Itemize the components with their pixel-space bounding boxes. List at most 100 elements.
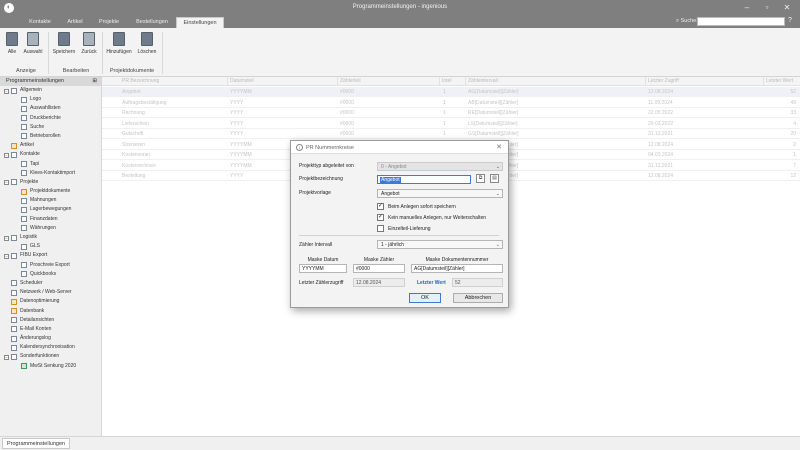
sidebar-item[interactable]: Lagerbewegungen bbox=[0, 205, 101, 214]
table-row[interactable]: Auftragsbestätigung YYYY #0000 1 AB[Datumste… bbox=[102, 98, 800, 108]
add-button[interactable]: Hinzufügen bbox=[104, 32, 134, 55]
collapse-icon[interactable]: − bbox=[4, 180, 9, 186]
sidebar-item[interactable]: − Kontakte bbox=[0, 150, 101, 159]
sidebar-item-label: MwSt Senkung 2020 bbox=[30, 362, 77, 369]
table-cell: YYYYMM bbox=[230, 152, 252, 158]
table-cell: 1 bbox=[793, 152, 796, 158]
close-icon[interactable]: ✕ bbox=[780, 2, 794, 14]
grid-column-header[interactable]: Zählerteil bbox=[340, 78, 361, 84]
cancel-button[interactable]: Abbrechen bbox=[453, 293, 503, 303]
minimize-icon[interactable]: – bbox=[740, 2, 754, 14]
table-row[interactable]: Angebot YYYYMM #0000 1 AG[Datumsteil][Zähler… bbox=[102, 87, 800, 97]
grid-column-header[interactable]: Zähleintervall bbox=[468, 78, 498, 84]
sidebar-item-label: Auswahllisten bbox=[30, 105, 61, 112]
sidebar-item[interactable]: E-Mail Konten bbox=[0, 325, 101, 334]
sidebar-item[interactable]: − Sonderfunktionen bbox=[0, 352, 101, 361]
bezeichnung-input[interactable]: Angebot bbox=[377, 175, 471, 184]
save-label: Speichern bbox=[52, 49, 76, 55]
last-value-field: 52 bbox=[452, 278, 503, 287]
sidebar-item[interactable]: GLS bbox=[0, 242, 101, 251]
checkbox[interactable] bbox=[377, 225, 384, 232]
interval-select[interactable]: 1 - jährlich ⌄ bbox=[377, 240, 503, 249]
search-label: ⌕ Suche: bbox=[676, 18, 698, 25]
sidebar-item-label: Projekte bbox=[20, 178, 39, 185]
table-cell: Gutschrift bbox=[122, 131, 144, 137]
mask-counter-input[interactable]: #0000 bbox=[353, 264, 405, 273]
tab-kontakte[interactable]: Kontakte bbox=[22, 17, 58, 28]
sidebar-item[interactable]: Proschreie Export bbox=[0, 261, 101, 270]
tab-projekte[interactable]: Projekte bbox=[92, 17, 126, 28]
mask-date-input[interactable]: YYYYMM bbox=[299, 264, 347, 273]
sidebar-item[interactable]: − Allgemein bbox=[0, 86, 101, 95]
sidebar-item[interactable]: Druckberichte bbox=[0, 114, 101, 123]
sidebar-item[interactable]: Finanzdaten bbox=[0, 215, 101, 224]
sidebar-item[interactable]: − Projekte bbox=[0, 178, 101, 187]
sidebar-item[interactable]: Änderungslog bbox=[0, 334, 101, 343]
sidebar-item[interactable]: Klees-Kontaktimport bbox=[0, 169, 101, 178]
translate-icon[interactable]: ▤ bbox=[490, 174, 499, 183]
sidebar-item[interactable]: Währungen bbox=[0, 224, 101, 233]
save-button[interactable]: Speichern bbox=[52, 32, 76, 55]
grid-column-header[interactable]: PR Bezeichnung bbox=[122, 78, 159, 84]
copy-icon[interactable]: ⧉ bbox=[476, 174, 485, 183]
settings-node-icon bbox=[21, 363, 27, 370]
sidebar-item[interactable]: Mahnungen bbox=[0, 196, 101, 205]
sidebar-item[interactable]: − FIBU Export bbox=[0, 251, 101, 260]
sidebar-item[interactable]: Netzwerk / Web-Server bbox=[0, 288, 101, 297]
collapse-icon[interactable]: − bbox=[4, 235, 9, 241]
sidebar-item[interactable]: Artikel bbox=[0, 141, 101, 150]
sidebar-item[interactable]: Scheduler bbox=[0, 279, 101, 288]
help-icon[interactable]: ? bbox=[788, 17, 792, 24]
sidebar-item[interactable]: Datenoptimierung bbox=[0, 297, 101, 306]
undo-button[interactable]: Zurück bbox=[78, 32, 100, 55]
checkbox[interactable]: ✓ bbox=[377, 203, 384, 210]
tab-artikel[interactable]: Artikel bbox=[60, 17, 90, 28]
sidebar-item[interactable]: MwSt Senkung 2020 bbox=[0, 362, 101, 371]
dialog-close-icon[interactable]: ✕ bbox=[496, 143, 502, 151]
sidebar-item[interactable]: Betriebsrollen bbox=[0, 132, 101, 141]
status-tab[interactable]: Programmeinstellungen bbox=[2, 438, 71, 449]
delete-button[interactable]: Löschen bbox=[136, 32, 158, 55]
sidebar-item[interactable]: Logo bbox=[0, 95, 101, 104]
checkbox[interactable]: ✓ bbox=[377, 214, 384, 221]
collapse-icon[interactable]: − bbox=[4, 88, 9, 94]
grid-column-header[interactable]: Datumsteil bbox=[230, 78, 254, 84]
column-divider bbox=[337, 77, 338, 86]
table-row[interactable]: Rechnung YYYY #0000 1 RE[Datumsteil][Zähler]… bbox=[102, 108, 800, 118]
sidebar-item[interactable]: Detailansichten bbox=[0, 316, 101, 325]
collapse-icon[interactable]: − bbox=[4, 253, 9, 259]
grid-column-header[interactable]: Letzter Wert bbox=[766, 78, 793, 84]
table-cell: 31.12.2021 bbox=[648, 162, 674, 169]
sidebar-item[interactable]: Kalendersynchronisation bbox=[0, 343, 101, 352]
sidebar-item-label: Artikel bbox=[20, 142, 34, 149]
settings-node-icon bbox=[11, 234, 17, 241]
grid-column-header[interactable]: Letzter Zugriff bbox=[648, 78, 679, 84]
search-input[interactable] bbox=[697, 17, 785, 26]
sidebar-item[interactable]: Tapi bbox=[0, 160, 101, 169]
mask-docnumber-input[interactable]: AG[Datumsteil][Zähler] bbox=[411, 264, 503, 273]
show-all-button[interactable]: Alle bbox=[4, 32, 20, 55]
tab-bestellungen[interactable]: Bestellungen bbox=[130, 17, 174, 28]
table-row[interactable]: Lieferschein YYYY #0000 1 LS[Datumsteil][Zäh… bbox=[102, 119, 800, 129]
sidebar-item[interactable]: − Logistik bbox=[0, 233, 101, 242]
show-selection-button[interactable]: Auswahl bbox=[22, 32, 44, 55]
grid-column-header[interactable]: Intel bbox=[442, 78, 451, 84]
maximize-icon[interactable]: ▫ bbox=[760, 2, 774, 14]
sidebar-item[interactable]: Suche bbox=[0, 123, 101, 132]
table-row[interactable]: Gutschrift YYYY #0000 1 GS[Datumsteil][Zähle… bbox=[102, 129, 800, 139]
chevron-down-icon: ⌄ bbox=[495, 191, 500, 197]
status-bar: Programmeinstellungen bbox=[0, 436, 800, 450]
sidebar-item[interactable]: Datenbank bbox=[0, 307, 101, 316]
ok-button[interactable]: OK bbox=[409, 293, 441, 303]
sidebar-item[interactable]: Quickbooks bbox=[0, 270, 101, 279]
sidebar-item[interactable]: Auswahllisten bbox=[0, 104, 101, 113]
settings-node-icon bbox=[11, 87, 17, 94]
tab-einstellungen[interactable]: Einstellungen bbox=[176, 17, 224, 28]
vorlage-select[interactable]: Angebot ⌄ bbox=[377, 189, 503, 198]
collapse-icon[interactable]: − bbox=[4, 152, 9, 158]
collapse-icon[interactable]: − bbox=[4, 354, 9, 360]
last-value-link[interactable]: Letzter Wert bbox=[417, 280, 446, 286]
pin-icon[interactable]: ⊞ bbox=[92, 77, 97, 86]
projekttyp-label: Projekttyp abgeleitet von bbox=[299, 163, 354, 169]
sidebar-item[interactable]: Projektdokumente bbox=[0, 187, 101, 196]
